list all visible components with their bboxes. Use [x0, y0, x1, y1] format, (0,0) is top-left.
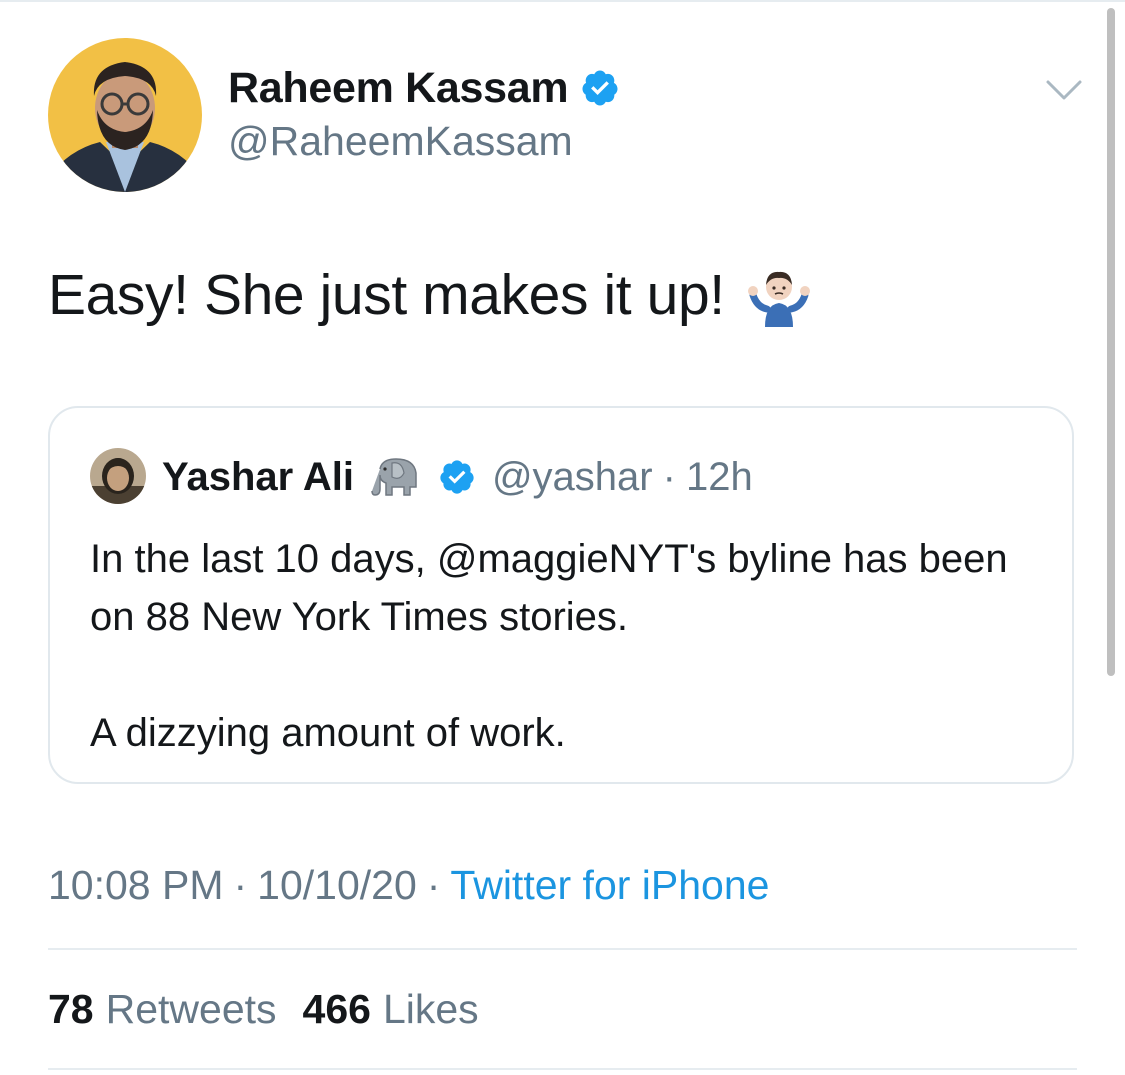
quoted-author-avatar: [90, 448, 146, 504]
quoted-separator: ·: [662, 454, 676, 499]
scrollbar[interactable]: [1107, 8, 1115, 676]
tweet-source-link[interactable]: Twitter for iPhone: [450, 862, 769, 908]
chevron-down-icon[interactable]: [1040, 72, 1088, 108]
tweet-text: Easy! She just makes it up!: [48, 262, 811, 328]
verified-badge-icon: [580, 68, 620, 108]
elephant-icon: [370, 455, 422, 499]
stats-bottom-divider: [48, 1068, 1077, 1070]
quoted-paragraph: A dizzying amount of work.: [90, 711, 566, 755]
author-avatar[interactable]: [48, 38, 202, 192]
author-name-row[interactable]: Raheem Kassam: [228, 62, 620, 114]
author-handle[interactable]: @RaheemKassam: [228, 118, 573, 165]
stats-top-divider: [48, 948, 1077, 950]
person-shrugging-icon: [747, 263, 811, 327]
quoted-verified-badge-icon: [438, 458, 476, 496]
retweets-label: Retweets: [105, 986, 277, 1032]
quoted-tweet-header: Yashar Ali @yashar · 12h: [162, 452, 753, 502]
tweet-stats: 78 Retweets 466 Likes: [48, 986, 479, 1033]
likes-stat[interactable]: 466 Likes: [303, 986, 479, 1032]
quoted-author-handle: @yashar: [491, 454, 653, 499]
meta-separator: ·: [233, 862, 248, 908]
tweet-time: 10:08 PM: [48, 862, 224, 908]
top-divider: [0, 0, 1125, 2]
likes-label: Likes: [382, 986, 479, 1032]
retweets-count: 78: [48, 986, 94, 1032]
author-name[interactable]: Raheem Kassam: [228, 64, 569, 113]
quoted-author-avatar-image: [90, 448, 146, 504]
retweets-stat[interactable]: 78 Retweets: [48, 986, 277, 1032]
author-avatar-image: [48, 38, 202, 192]
quoted-tweet-text: In the last 10 days, @maggieNYT's byline…: [90, 530, 1050, 762]
tweet-meta: 10:08 PM · 10/10/20 · Twitter for iPhone: [48, 862, 769, 909]
quoted-timestamp: 12h: [685, 454, 753, 499]
quoted-tweet-card[interactable]: Yashar Ali @yashar · 12h In the last 10 …: [48, 406, 1074, 784]
tweet-text-content: Easy! She just makes it up!: [48, 263, 725, 327]
tweet-date: 10/10/20: [257, 862, 417, 908]
quoted-paragraph: In the last 10 days, @maggieNYT's byline…: [90, 537, 1008, 639]
meta-separator: ·: [426, 862, 441, 908]
likes-count: 466: [302, 986, 371, 1032]
quoted-author-name: Yashar Ali: [162, 454, 354, 499]
